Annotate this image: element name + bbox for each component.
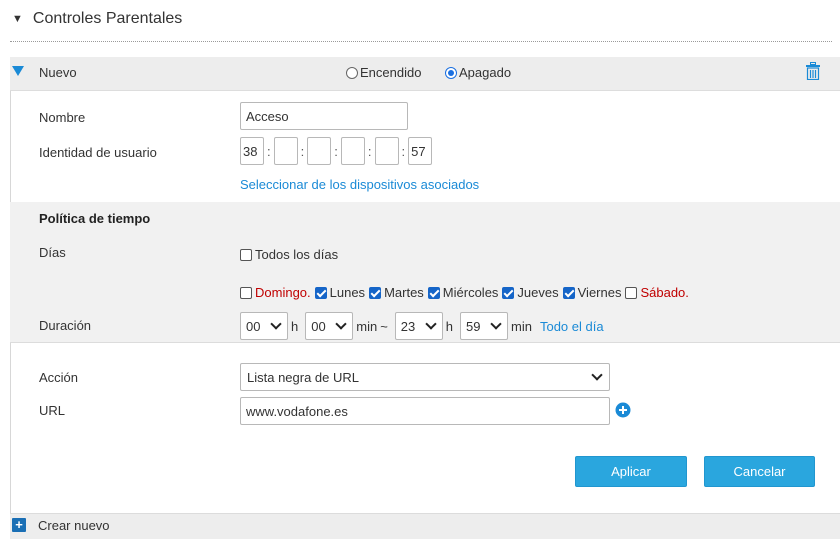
unit-h: h [445,318,454,334]
day-tuesday[interactable]: Martes [369,285,424,300]
userid-label: Identidad de usuario [39,145,157,160]
day-label: Martes [384,285,424,300]
all-day-link[interactable]: Todo el día [540,319,604,334]
end-hour-value: 23 [400,318,416,334]
day-label: Domingo. [255,285,311,300]
mac-octet-5[interactable] [374,137,399,165]
chevron-down-icon [335,318,347,330]
radio-off-icon[interactable] [445,66,457,79]
action-value: Lista negra de URL [247,369,360,385]
day-saturday[interactable]: Sábado. [625,285,689,300]
checkbox-checked-icon[interactable] [314,286,327,299]
day-label: Jueves [517,285,559,300]
range-tilde: ~ [380,318,388,334]
plus-square-icon[interactable]: + [12,518,26,532]
day-wednesday[interactable]: Miércoles [427,285,499,300]
day-friday[interactable]: Viernes [562,285,622,300]
days-row: Domingo. Lunes Martes Miércoles Jueves V… [240,285,693,300]
days-label: Días [39,245,66,260]
mac-sep: : [401,143,406,159]
start-min-value: 00 [311,318,326,334]
radio-on-icon[interactable] [346,66,358,79]
unit-min: min [511,318,532,334]
day-label: Miércoles [442,285,499,300]
duration-group: 00 h 00 min ~ 23 h 59 min Todo el día [240,312,604,340]
action-label: Acción [39,370,79,385]
all-days-label: Todos los días [255,247,339,262]
checkbox-checked-icon[interactable] [369,286,382,299]
action-select[interactable]: Lista negra de URL [240,363,610,391]
day-sunday[interactable]: Domingo. [240,285,311,300]
unit-min: min [356,318,378,334]
state-off-label: Apagado [459,65,512,80]
checkbox-checked-icon[interactable] [427,286,440,299]
state-on-label: Encendido [360,65,422,80]
start-min-select[interactable]: 00 [305,312,354,340]
end-min-value: 59 [466,318,481,334]
policy-title: Política de tiempo [39,211,151,226]
section-header[interactable]: ▼ Controles Parentales [12,10,182,28]
header-divider [10,41,832,42]
chevron-down-icon [591,369,603,381]
checkbox-checked-icon[interactable] [562,286,575,299]
state-radio-on[interactable]: Encendido [346,65,421,80]
mac-address-group: 38: : : : : 57 [240,137,433,165]
url-label: URL [39,403,66,418]
select-devices-link[interactable]: Seleccionar de los dispositivos asociado… [240,177,479,192]
apply-button[interactable]: Aplicar [575,456,687,487]
mac-octet-3[interactable] [307,137,332,165]
rule-name: Nuevo [39,65,77,80]
unit-h: h [291,318,299,334]
start-hour-value: 00 [246,318,261,334]
mac-sep: : [367,143,372,159]
start-hour-select[interactable]: 00 [240,312,288,340]
day-label: Lunes [329,285,366,300]
checkbox-icon[interactable] [240,286,252,299]
collapse-triangle-icon[interactable]: ▼ [12,13,23,25]
end-hour-select[interactable]: 23 [394,312,443,340]
chevron-down-icon [490,318,502,330]
mac-sep: : [300,143,305,159]
cancel-button[interactable]: Cancelar [704,456,815,487]
mac-octet-6[interactable]: 57 [408,137,433,165]
all-days-checkbox[interactable]: Todos los días [240,247,338,262]
create-new-link[interactable]: Crear nuevo [38,518,110,533]
name-input[interactable]: Acceso [240,102,408,130]
page-title: Controles Parentales [32,10,183,27]
footer-bar [10,513,840,539]
mac-sep: : [334,143,338,159]
add-url-plus-circle-icon[interactable] [615,402,631,418]
checkbox-icon[interactable] [625,286,638,299]
day-thursday[interactable]: Jueves [502,285,559,300]
expand-triangle-icon[interactable] [12,66,24,76]
checkbox-checked-icon[interactable] [502,286,515,299]
url-input[interactable]: www.vodafone.es [240,397,610,425]
end-min-select[interactable]: 59 [460,312,509,340]
duration-label: Duración [39,318,92,333]
day-label: Viernes [577,285,622,300]
section-divider [10,342,840,343]
chevron-down-icon [425,318,437,330]
mac-octet-4[interactable] [340,137,365,165]
state-radio-off[interactable]: Apagado [445,65,511,80]
mac-octet-2[interactable] [273,137,298,165]
rule-card-header [10,57,840,91]
name-label: Nombre [39,110,86,125]
mac-sep: : [267,143,271,159]
mac-octet-1[interactable]: 38 [240,137,264,165]
day-label: Sábado. [640,285,689,300]
day-monday[interactable]: Lunes [314,285,366,300]
checkbox-icon[interactable] [240,248,252,261]
chevron-down-icon [270,318,282,330]
trash-icon[interactable] [806,62,820,80]
